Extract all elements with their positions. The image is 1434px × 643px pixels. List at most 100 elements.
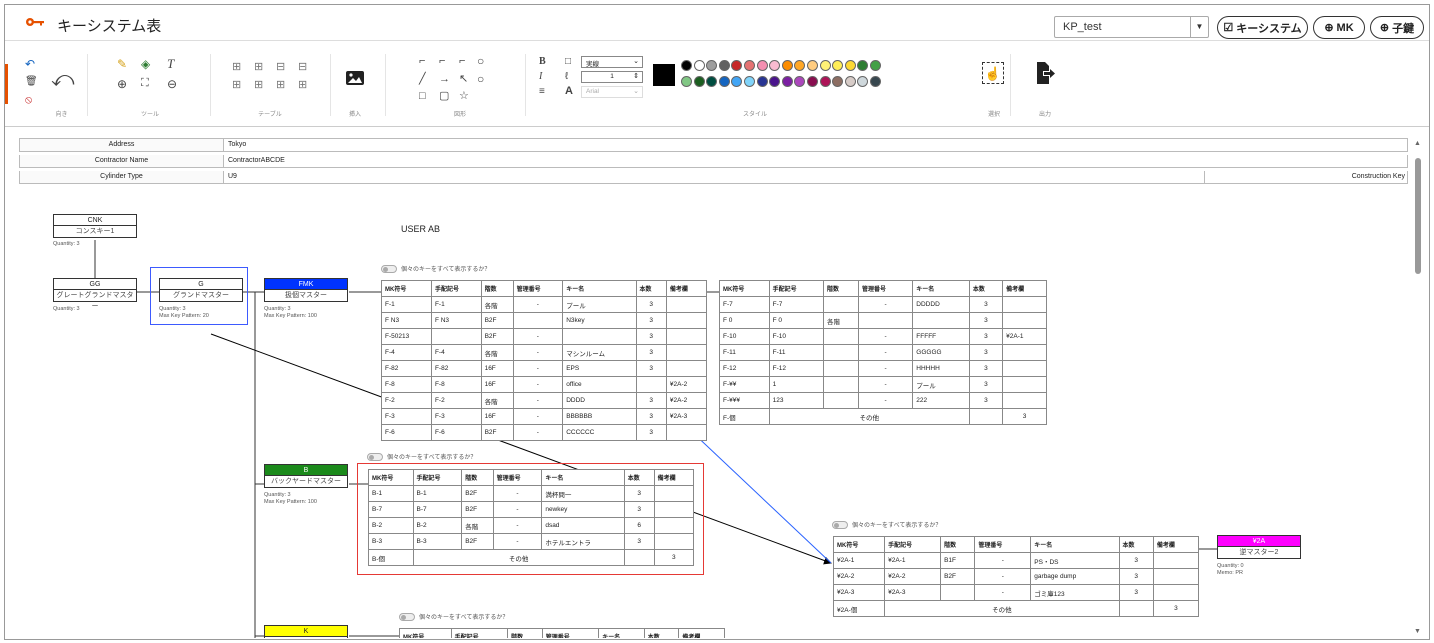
table-cell[interactable]: 3 [653, 549, 695, 566]
table-cell[interactable]: 3 [1152, 600, 1200, 617]
table-cell[interactable] [940, 584, 976, 601]
table-cell[interactable]: その他 [412, 549, 625, 566]
table-cell[interactable]: 各階 [480, 296, 514, 313]
table-cell[interactable]: - [512, 296, 564, 313]
color-swatch[interactable] [870, 60, 881, 71]
table-cell[interactable]: B-7 [412, 501, 463, 518]
table-cell[interactable]: 3 [968, 328, 1004, 345]
circle-outline-icon[interactable]: ○ [477, 55, 484, 67]
table-header-cell[interactable]: 階数 [480, 280, 514, 297]
table-cell[interactable]: B2F [480, 328, 514, 345]
table-row[interactable]: F-12 F-12 - HHHHH 3 [719, 360, 1047, 377]
node-g[interactable]: G グランドマスター [159, 278, 243, 302]
color-swatch[interactable] [681, 60, 692, 71]
table-cell[interactable]: ¥2A-1 [884, 552, 942, 569]
table-cell[interactable]: マシンルーム [562, 344, 637, 361]
table-header-cell[interactable]: 階数 [822, 280, 859, 297]
table-cell[interactable] [1002, 296, 1047, 313]
node-cnk[interactable]: CNK コンスキー1 [53, 214, 137, 238]
color-swatch[interactable] [693, 76, 705, 87]
table-cell[interactable]: office [562, 376, 637, 393]
table-cell[interactable]: - [492, 533, 543, 550]
zoom-in-icon[interactable]: ⊕ [117, 78, 127, 90]
table-cell[interactable]: B-3 [412, 533, 463, 550]
table-header-cell[interactable]: MK符号 [368, 469, 414, 486]
table-cell[interactable]: その他 [884, 600, 1120, 617]
table-border-icon[interactable]: ⊞ [298, 80, 307, 91]
node-y2a[interactable]: ¥2A 逆マスター2 [1217, 535, 1301, 559]
table-cell[interactable]: - [857, 328, 914, 345]
table-row[interactable]: ¥2A-1 ¥2A-1 B1F - PS・DS 3 [832, 552, 1200, 569]
table-cell[interactable]: F-82 [430, 360, 482, 377]
select-hand-icon[interactable]: ☝ [982, 62, 1004, 84]
table-cell[interactable]: F N3 [381, 312, 432, 329]
color-swatch[interactable] [756, 76, 768, 87]
table-cell[interactable]: 3 [968, 344, 1004, 361]
table-cell[interactable] [653, 533, 695, 550]
table-cell[interactable]: 3 [623, 485, 655, 502]
split-cells-icon[interactable]: ⊞ [254, 80, 263, 91]
diagram-canvas[interactable]: CNK コンスキー1 Quantity: 3 GG グレートグランドマスター Qua… [19, 186, 1409, 638]
color-swatch[interactable] [819, 60, 831, 71]
rounded-rect-icon[interactable]: ▢ [439, 91, 449, 102]
table-cell[interactable]: ¥2A-2 [665, 392, 708, 409]
table-cell[interactable]: 16F [480, 360, 514, 377]
table-cell[interactable]: 222 [912, 392, 970, 409]
table-cell[interactable]: ¥2A-3 [884, 584, 942, 601]
table-cell[interactable]: GGGGG [912, 344, 970, 361]
table-cell[interactable]: B-7 [368, 501, 414, 518]
toggle-switch[interactable] [832, 520, 848, 529]
table-cell[interactable] [1152, 552, 1200, 569]
table-row[interactable]: ¥2A-2 ¥2A-2 B2F - garbage dump 3 [832, 568, 1200, 585]
table-cell[interactable]: F 0 [768, 312, 824, 329]
color-swatch[interactable] [807, 60, 818, 71]
table-cell[interactable]: F-8 [381, 376, 432, 393]
table-cell[interactable]: ¥2A-1 [832, 552, 886, 569]
vertical-scrollbar[interactable]: ▲ ▼ [1412, 134, 1424, 638]
table-header-cell[interactable]: 手配記号 [450, 628, 509, 638]
color-swatch[interactable] [744, 76, 755, 87]
fill-icon[interactable]: ◈ [141, 58, 150, 70]
table-cell[interactable] [1002, 392, 1047, 409]
table-cell[interactable]: ¥2A-2 [832, 568, 886, 585]
table-cell[interactable]: F-12 [768, 360, 824, 377]
table-cell[interactable]: newkey [541, 501, 625, 518]
table-cell[interactable]: - [512, 408, 564, 425]
table-cell[interactable] [512, 312, 564, 329]
table-header-cell[interactable]: 備考欄 [665, 280, 708, 297]
current-color-swatch[interactable] [653, 64, 675, 86]
table-cell[interactable]: B-2 [368, 517, 414, 534]
table-cell[interactable]: N3key [562, 312, 637, 329]
table-header-cell[interactable]: 階数 [507, 628, 543, 638]
table-header-cell[interactable]: 本数 [643, 628, 680, 638]
table-header-cell[interactable]: キー名 [598, 628, 645, 638]
table-header-cell[interactable]: 管理番号 [974, 536, 1032, 553]
table-row[interactable]: F-1 F-1 各階 - プール 3 [381, 296, 708, 313]
table-cell[interactable]: B2F [461, 485, 494, 502]
color-swatch[interactable] [794, 76, 806, 87]
table-cell[interactable]: B2F [480, 312, 514, 329]
toggle-switch[interactable] [381, 264, 397, 273]
table-cell[interactable] [665, 360, 708, 377]
bold-icon[interactable]: B [539, 57, 546, 67]
elbow-double-icon[interactable]: ⌐ [459, 56, 465, 67]
table-row[interactable]: F-7 F-7 - DDDDD 3 [719, 296, 1047, 313]
table-cell[interactable]: F-1 [430, 296, 482, 313]
border-icon[interactable]: □ [565, 57, 571, 67]
table-header-cell[interactable]: 手配記号 [412, 469, 463, 486]
show-keys-toggle[interactable]: 個々のキーをすべて表示するか？ [832, 520, 941, 529]
table-row[interactable]: B-2 B-2 各階 - dsad 6 [368, 517, 695, 534]
color-swatch[interactable] [832, 60, 844, 71]
project-select[interactable]: KP_test ▼ [1054, 16, 1209, 38]
table-header-cell[interactable]: 備考欄 [1002, 280, 1047, 297]
table-cell[interactable]: 3 [968, 360, 1004, 377]
table-cell[interactable]: 3 [635, 344, 667, 361]
table-cell[interactable]: B2F [461, 533, 494, 550]
table-cell[interactable] [857, 312, 914, 329]
table-header-cell[interactable]: 管理番号 [857, 280, 914, 297]
elbow-arrow-icon[interactable]: ⌐ [439, 56, 445, 67]
align-icon[interactable]: ≡ [539, 87, 545, 97]
table-header-cell[interactable]: キー名 [1030, 536, 1120, 553]
table-cell[interactable]: 3 [1118, 552, 1154, 569]
color-swatch[interactable] [693, 60, 705, 71]
